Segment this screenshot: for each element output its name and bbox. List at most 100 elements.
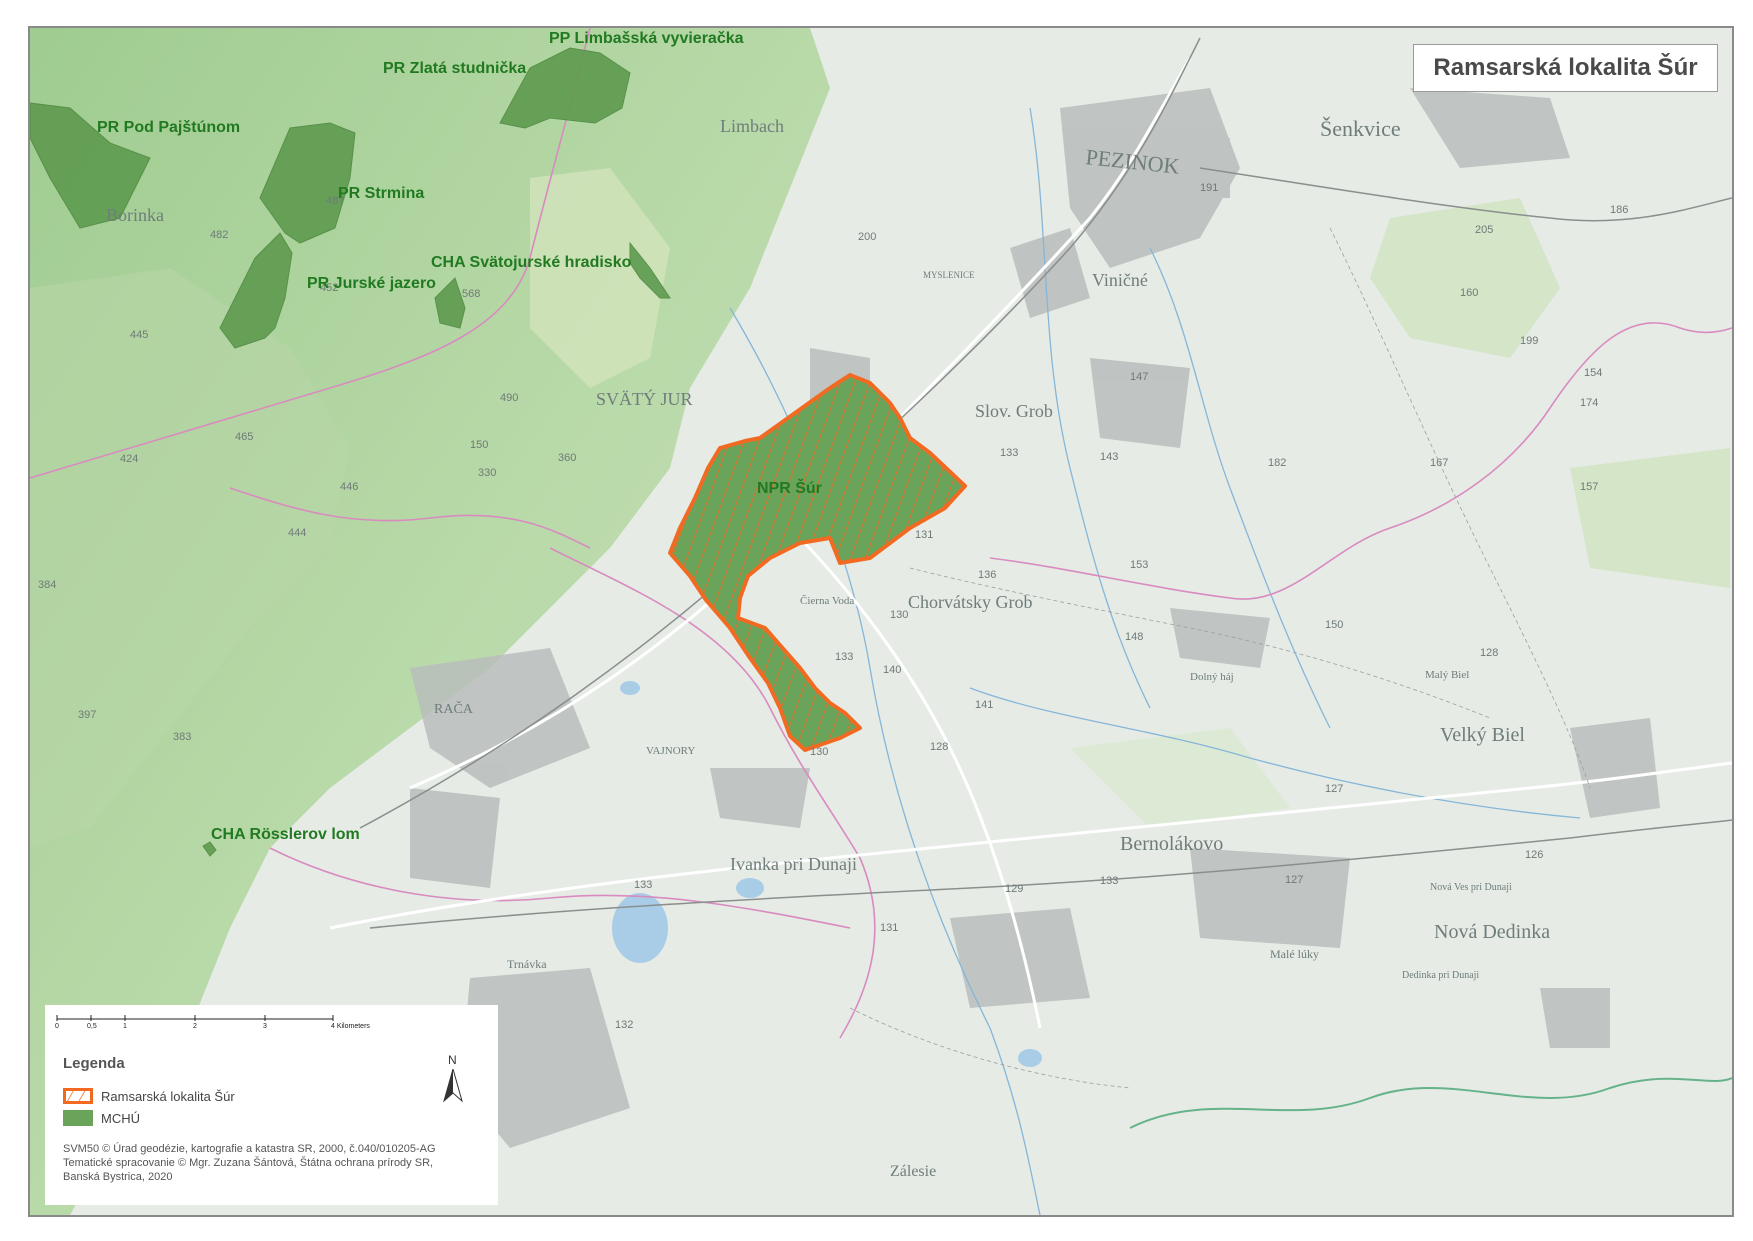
legend-panel: 0 0,5 1 2 3 4 Kilometers Legenda Ramsars… <box>45 1005 498 1205</box>
place-dedinka: Dedinka pri Dunaji <box>1402 970 1479 981</box>
ramsar-swatch <box>63 1088 93 1104</box>
legend-label-mchu: MCHÚ <box>101 1110 140 1126</box>
svg-text:130: 130 <box>890 609 908 621</box>
north-label: N <box>448 1053 457 1067</box>
north-arrow-icon <box>443 1069 463 1103</box>
map-title: Ramsarská lokalita Šúr <box>1433 54 1698 81</box>
label-strmina: PR Strmina <box>338 185 424 202</box>
svg-text:131: 131 <box>880 922 898 934</box>
place-svaty-jur: SVÄTÝ JUR <box>596 388 693 409</box>
svg-text:153: 153 <box>1130 559 1148 571</box>
place-nova-ves: Nová Ves pri Dunaji <box>1430 882 1512 893</box>
svg-text:424: 424 <box>120 453 138 465</box>
svg-text:150: 150 <box>470 439 488 451</box>
credits: SVM50 © Úrad geodézie, kartografie a kat… <box>63 1142 493 1184</box>
north-arrow: N <box>440 1053 466 1103</box>
place-velky-biel: Velký Biel <box>1440 724 1525 746</box>
svg-text:133: 133 <box>1100 875 1118 887</box>
svg-text:383: 383 <box>173 731 191 743</box>
place-dolny-haj: Dolný háj <box>1190 671 1234 683</box>
place-chorvatsky-grob: Chorvátsky Grob <box>908 592 1033 612</box>
scale-tick-05: 0,5 <box>87 1023 97 1030</box>
svg-text:568: 568 <box>462 288 480 300</box>
svg-text:444: 444 <box>288 527 306 539</box>
place-cierna-voda: Čierna Voda <box>800 595 854 607</box>
svg-text:127: 127 <box>1325 783 1343 795</box>
scale-tick-1: 1 <box>123 1023 127 1030</box>
svg-text:482: 482 <box>210 229 228 241</box>
svg-text:446: 446 <box>340 481 358 493</box>
svg-text:147: 147 <box>1130 371 1148 383</box>
place-slov-grob: Slov. Grob <box>975 401 1053 421</box>
scale-tick-3: 3 <box>263 1023 267 1030</box>
label-npr-sur: NPR Šúr <box>757 478 822 497</box>
svg-text:128: 128 <box>930 741 948 753</box>
svg-text:200: 200 <box>858 231 876 243</box>
field-area-2 <box>1570 448 1730 588</box>
svg-text:131: 131 <box>915 529 933 541</box>
label-zlata-studnicka: PR Zlatá studnička <box>383 60 526 77</box>
place-maly-biel: Malý Biel <box>1425 669 1469 681</box>
scale-tick-4: 4 Kilometers <box>331 1023 370 1030</box>
svg-text:133: 133 <box>634 879 652 891</box>
svg-text:199: 199 <box>1520 335 1538 347</box>
label-pod-pajstunom: PR Pod Pajštúnom <box>97 119 240 136</box>
svg-text:186: 186 <box>1610 204 1628 216</box>
credit-line-3: Banská Bystrica, 2020 <box>63 1171 173 1183</box>
place-trnavka: Trnávka <box>507 957 547 971</box>
place-limbach: Limbach <box>720 116 784 136</box>
svg-text:148: 148 <box>1125 631 1143 643</box>
svg-text:132: 132 <box>615 1019 633 1031</box>
svg-text:490: 490 <box>500 392 518 404</box>
svg-text:465: 465 <box>235 431 253 443</box>
svg-text:136: 136 <box>978 569 996 581</box>
svg-text:126: 126 <box>1525 849 1543 861</box>
place-myslenice: MYSLENICE <box>923 270 975 280</box>
place-male-luky: Malé lúky <box>1270 947 1319 961</box>
place-vajnory: VAJNORY <box>646 745 695 757</box>
legend-label-ramsar: Ramsarská lokalita Šúr <box>101 1088 235 1104</box>
credit-line-2: Tematické spracovanie © Mgr. Zuzana Šánt… <box>63 1157 434 1169</box>
svg-text:157: 157 <box>1580 481 1598 493</box>
place-bernolakovo: Bernolákovo <box>1120 833 1223 855</box>
svg-text:143: 143 <box>1100 451 1118 463</box>
svg-text:140: 140 <box>883 664 901 676</box>
place-raca: RAČA <box>434 700 474 717</box>
scale-bar <box>56 1015 334 1021</box>
svg-text:191: 191 <box>1200 182 1218 194</box>
legend-item-ramsar: Ramsarská lokalita Šúr <box>63 1087 235 1105</box>
svg-text:133: 133 <box>835 651 853 663</box>
place-nova-dedinka: Nová Dedinka <box>1434 921 1550 943</box>
scale-tick-0: 0 <box>55 1023 59 1030</box>
svg-text:397: 397 <box>78 709 96 721</box>
label-svatojurske: CHA Svätojurské hradisko <box>431 254 632 271</box>
svg-text:128: 128 <box>1480 647 1498 659</box>
svg-text:154: 154 <box>1584 367 1602 379</box>
label-jurske-jazero: PR Jurské jazero <box>307 275 436 292</box>
place-senkvice: Šenkvice <box>1320 116 1401 141</box>
svg-text:130: 130 <box>810 746 828 758</box>
svg-text:129: 129 <box>1005 883 1023 895</box>
mchu-swatch <box>63 1110 93 1126</box>
svg-text:127: 127 <box>1285 874 1303 886</box>
label-limbasska: PP Limbašská vyvieračka <box>549 30 744 47</box>
credit-line-1: SVM50 © Úrad geodézie, kartografie a kat… <box>63 1143 436 1155</box>
place-borinka: Borinka <box>106 205 164 225</box>
svg-text:330: 330 <box>478 467 496 479</box>
svg-text:182: 182 <box>1268 457 1286 469</box>
legend-item-mchu: MCHÚ <box>63 1109 140 1127</box>
svg-text:141: 141 <box>975 699 993 711</box>
svg-text:150: 150 <box>1325 619 1343 631</box>
label-rosslerov-lom: CHA Rösslerov lom <box>211 826 360 843</box>
place-zalesie: Zálesie <box>890 1163 936 1180</box>
place-vinicne: Viničné <box>1092 270 1148 290</box>
svg-text:445: 445 <box>130 329 148 341</box>
svg-text:160: 160 <box>1460 287 1478 299</box>
svg-text:133: 133 <box>1000 447 1018 459</box>
scale-tick-2: 2 <box>193 1023 197 1030</box>
map-title-box: Ramsarská lokalita Šúr <box>1413 44 1718 92</box>
svg-text:174: 174 <box>1580 397 1598 409</box>
svg-text:167: 167 <box>1430 457 1448 469</box>
svg-text:384: 384 <box>38 579 56 591</box>
svg-text:360: 360 <box>558 452 576 464</box>
